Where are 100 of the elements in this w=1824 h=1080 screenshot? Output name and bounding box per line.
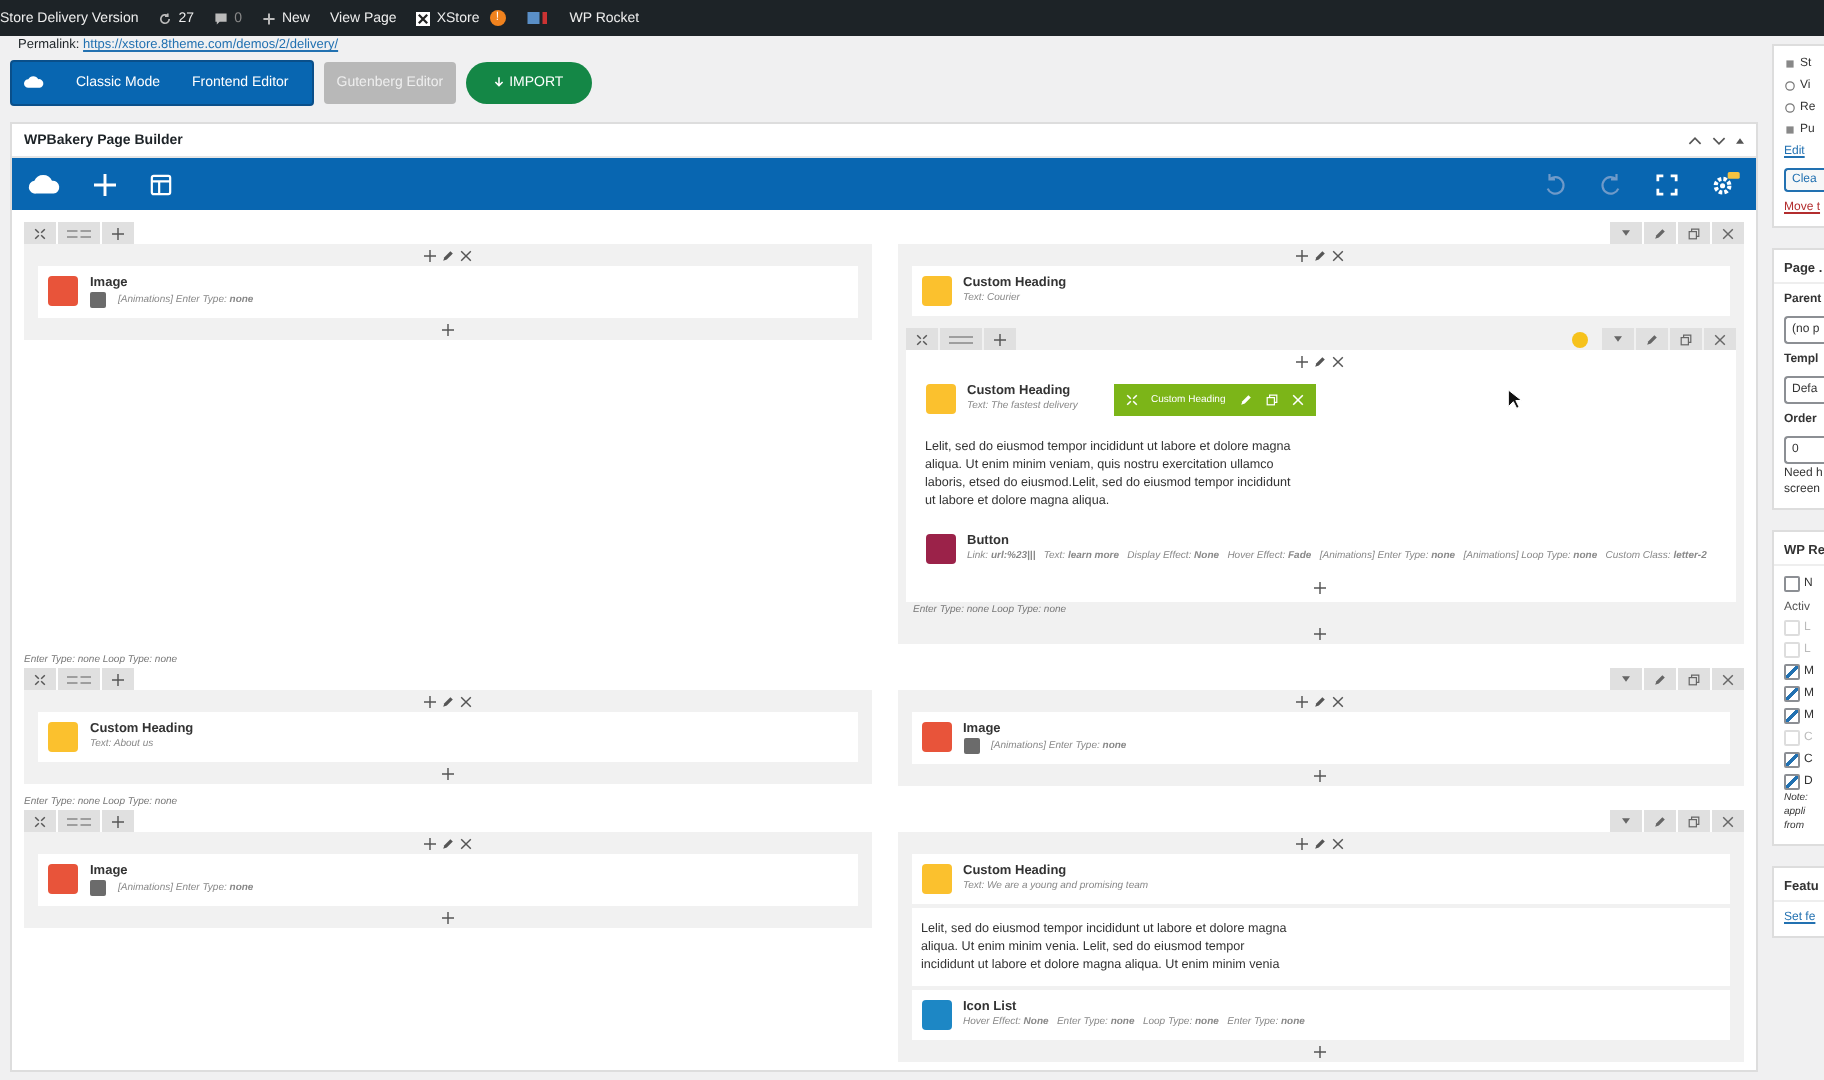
edit-row-button[interactable]: [1644, 668, 1676, 690]
triangle-up-icon[interactable]: [1736, 137, 1744, 143]
delete-row-button[interactable]: [1712, 222, 1744, 244]
thumbnail-placeholder: [963, 738, 979, 754]
add-column-button[interactable]: [102, 810, 134, 832]
add-icon[interactable]: [441, 323, 454, 335]
toggle-row-button[interactable]: [1610, 668, 1642, 690]
toggle-row-button[interactable]: [1610, 810, 1642, 832]
add-icon[interactable]: [1296, 249, 1309, 261]
chevron-down-icon[interactable]: [1712, 135, 1726, 145]
clone-row-button[interactable]: [1678, 810, 1710, 832]
heading-element-icon: [48, 722, 78, 752]
close-icon: [1722, 673, 1734, 685]
add-icon: [993, 333, 1005, 345]
columns-icon: [66, 815, 92, 827]
add-icon[interactable]: [1296, 695, 1309, 707]
thumbnail-placeholder: [90, 292, 106, 308]
add-column-button[interactable]: [102, 668, 134, 690]
columns-icon: [947, 333, 973, 345]
edit-row-button[interactable]: [1644, 810, 1676, 832]
add-icon[interactable]: [1314, 581, 1327, 593]
add-column-button[interactable]: [102, 222, 134, 244]
add-icon[interactable]: [1314, 1045, 1327, 1057]
delete-row-button[interactable]: [1712, 668, 1744, 690]
columns-icon: [66, 673, 92, 685]
chevron-up-icon[interactable]: [1688, 135, 1702, 145]
add-icon[interactable]: [1314, 769, 1327, 781]
add-icon[interactable]: [1314, 627, 1327, 639]
layout-icon[interactable]: [150, 173, 172, 195]
add-column-button[interactable]: [983, 328, 1015, 350]
move-row-button[interactable]: [24, 810, 56, 832]
close-icon: [1722, 227, 1734, 239]
caret-down-icon: [1622, 818, 1630, 824]
checkbox[interactable]: [1784, 576, 1800, 592]
cloud-logo-icon[interactable]: [28, 172, 60, 196]
checkbox[interactable]: [1784, 686, 1800, 702]
checkbox[interactable]: [1784, 752, 1800, 768]
button-element-icon: [925, 534, 955, 564]
plus-icon: [261, 11, 276, 25]
pencil-icon[interactable]: [441, 695, 454, 707]
close-icon[interactable]: [1332, 249, 1345, 261]
close-icon[interactable]: [1332, 837, 1345, 849]
move-row-button[interactable]: [24, 222, 56, 244]
pencil-icon: [1654, 815, 1666, 827]
add-icon[interactable]: [441, 911, 454, 923]
move-row-button[interactable]: [905, 328, 937, 350]
clone-row-button[interactable]: [1678, 222, 1710, 244]
thumbnail-placeholder: [90, 880, 106, 896]
copy-icon: [1688, 673, 1700, 685]
x-logo-icon: [416, 11, 431, 25]
pencil-icon: [1654, 227, 1666, 239]
pencil-icon[interactable]: [1314, 355, 1327, 367]
columns-icon: [66, 227, 92, 239]
mouse-cursor-icon: [1508, 390, 1522, 410]
close-icon[interactable]: [459, 695, 472, 707]
move-icon: [34, 227, 46, 239]
pencil-icon: [1654, 673, 1666, 685]
pencil-icon[interactable]: [1314, 249, 1327, 261]
close-icon[interactable]: [459, 249, 472, 261]
pencil-icon[interactable]: [1314, 837, 1327, 849]
add-icon: [112, 815, 124, 827]
pencil-icon[interactable]: [441, 837, 454, 849]
close-icon: [1714, 333, 1726, 345]
caret-down-icon: [1622, 230, 1630, 236]
image-element-icon: [48, 864, 78, 894]
add-icon[interactable]: [1296, 837, 1309, 849]
add-icon[interactable]: [423, 837, 436, 849]
delete-row-button[interactable]: [1704, 328, 1736, 350]
settings-icon[interactable]: [1712, 172, 1740, 196]
pencil-icon[interactable]: [441, 249, 454, 261]
edit-row-button[interactable]: [1644, 222, 1676, 244]
add-icon[interactable]: [1296, 355, 1309, 367]
pencil-icon[interactable]: [1314, 695, 1327, 707]
toggle-row-button[interactable]: [1610, 222, 1642, 244]
edit-row-button[interactable]: [1636, 328, 1668, 350]
add-icon[interactable]: [423, 249, 436, 261]
copy-icon: [1680, 333, 1692, 345]
checkbox[interactable]: [1784, 774, 1800, 790]
heading-element-icon: [921, 864, 951, 894]
close-icon[interactable]: [1332, 695, 1345, 707]
move-icon: [34, 815, 46, 827]
caret-down-icon: [1622, 676, 1630, 682]
clone-row-button[interactable]: [1670, 328, 1702, 350]
image-element-icon: [921, 722, 951, 752]
heading-element-icon: [925, 384, 955, 414]
add-icon[interactable]: [423, 695, 436, 707]
add-icon: [112, 673, 124, 685]
list-element-icon: [921, 1000, 951, 1030]
add-icon[interactable]: [441, 767, 454, 779]
copy-icon: [1688, 815, 1700, 827]
delete-row-button[interactable]: [1712, 810, 1744, 832]
clone-row-button[interactable]: [1678, 668, 1710, 690]
move-row-button[interactable]: [24, 668, 56, 690]
close-icon[interactable]: [1332, 355, 1345, 367]
fullscreen-icon[interactable]: [1656, 173, 1678, 195]
close-icon[interactable]: [459, 837, 472, 849]
plugin-icon[interactable]: [525, 10, 550, 26]
toggle-row-button[interactable]: [1602, 328, 1634, 350]
checkbox[interactable]: [1784, 664, 1800, 680]
checkbox[interactable]: [1784, 708, 1800, 724]
